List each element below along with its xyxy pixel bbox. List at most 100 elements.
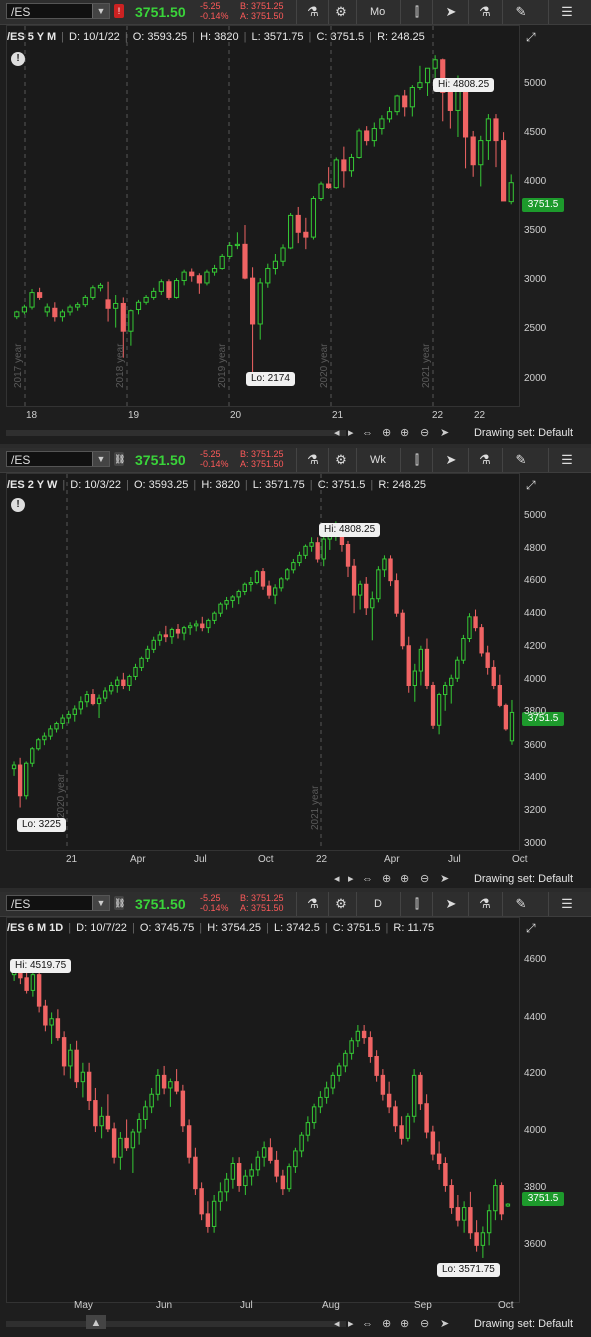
y-tick-label: 5000	[524, 78, 547, 89]
studies-flask-icon[interactable]: ⚗	[474, 894, 496, 914]
ask-value: A: 3751.50	[240, 459, 284, 469]
alert-icon[interactable]: !	[11, 498, 25, 512]
horizontal-scrollbar[interactable]	[6, 430, 346, 436]
candle	[370, 591, 375, 641]
drawing-tools-icon[interactable]: ✎	[510, 450, 532, 470]
candle	[500, 132, 507, 202]
x-tick-label: Aug	[322, 1300, 340, 1311]
cursor-icon[interactable]: ➤	[440, 2, 462, 22]
scroll-left-icon[interactable]: ◂	[334, 871, 340, 887]
candle	[68, 1043, 73, 1079]
cursor-icon[interactable]: ➤	[440, 450, 462, 470]
pointer-icon[interactable]: ➤	[440, 425, 449, 441]
chevron-down-icon[interactable]: ▼	[92, 452, 109, 466]
aggregation-selector[interactable]: D	[374, 896, 382, 912]
zoom-out-icon[interactable]: ⊖	[420, 871, 429, 887]
candle	[59, 309, 66, 322]
aggregation-selector[interactable]: Wk	[370, 452, 386, 468]
drawing-set-label[interactable]: Drawing set: Default	[474, 425, 573, 441]
chevron-down-icon[interactable]: ▼	[92, 896, 109, 910]
candle-body-down	[485, 652, 490, 668]
studies-flask-icon[interactable]: ⚗	[474, 2, 496, 22]
scroll-right-icon[interactable]: ▸	[348, 1316, 354, 1332]
expand-chart-icon[interactable]: ⤢	[526, 478, 542, 492]
link-icon[interactable]: ⛓	[114, 452, 125, 466]
chart-bottom-bar: ◂ ▸ ⇔ ⊕ ⊕ ⊖ ➤ Drawing set: Default	[0, 870, 591, 888]
y-tick-label: 4600	[524, 575, 547, 586]
candle	[234, 232, 240, 250]
alert-icon[interactable]: !	[11, 52, 25, 66]
scroll-left-icon[interactable]: ◂	[334, 425, 340, 441]
drawing-tools-icon[interactable]: ✎	[510, 894, 532, 914]
pointer-icon[interactable]: ➤	[440, 1316, 449, 1332]
scroll-right-icon[interactable]: ▸	[348, 425, 354, 441]
price-chart[interactable]	[6, 473, 520, 851]
candle-body-up	[169, 628, 175, 638]
scroll-left-icon[interactable]: ◂	[334, 1316, 340, 1332]
crosshair-icon[interactable]: ⊕	[382, 425, 391, 441]
toolbar-divider	[356, 892, 357, 916]
candle-style-icon[interactable]: ⫿	[406, 450, 428, 470]
studies-flask-icon[interactable]: ⚗	[474, 450, 496, 470]
chevron-down-icon[interactable]: ▼	[92, 4, 109, 18]
drawing-set-label[interactable]: Drawing set: Default	[474, 871, 573, 887]
candle-body-up	[151, 639, 156, 650]
zoom-out-icon[interactable]: ⊖	[420, 1316, 429, 1332]
flask-icon[interactable]: ⚗	[302, 894, 324, 914]
price-chart[interactable]	[6, 917, 520, 1303]
candle	[503, 703, 509, 731]
candle	[364, 126, 370, 146]
candle-body-up	[371, 128, 377, 142]
candle	[436, 1141, 442, 1170]
candle	[406, 636, 411, 693]
zoom-in-icon[interactable]: ⊕	[400, 1316, 409, 1332]
link-icon[interactable]: ⛓	[114, 896, 125, 910]
gear-icon[interactable]: ⚙	[330, 450, 352, 470]
zoom-in-icon[interactable]: ⊕	[400, 871, 409, 887]
menu-icon[interactable]: ☰	[556, 450, 578, 470]
candle-body-down	[393, 1106, 398, 1127]
toolbar-divider	[502, 0, 503, 24]
candle-body-down	[36, 974, 42, 1007]
drawing-set-label[interactable]: Drawing set: Default	[474, 1316, 573, 1332]
symbol-selector[interactable]: /ES ▼	[6, 895, 110, 911]
scroll-up-icon[interactable]: ▲	[86, 1315, 106, 1329]
candle	[424, 1094, 429, 1139]
symbol-selector[interactable]: /ES ▼	[6, 451, 110, 467]
candle-body-up	[310, 198, 317, 238]
pointer-icon[interactable]: ➤	[440, 871, 449, 887]
change-value: -5.25	[200, 893, 221, 903]
drawing-tools-icon[interactable]: ✎	[510, 2, 532, 22]
expand-chart-icon[interactable]: ⤢	[526, 921, 542, 935]
zoom-out-icon[interactable]: ⊖	[420, 425, 429, 441]
menu-icon[interactable]: ☰	[556, 2, 578, 22]
candle	[72, 705, 77, 722]
candle-body-up	[115, 679, 120, 686]
candle-style-icon[interactable]: ⫿	[406, 2, 428, 22]
zoom-in-icon[interactable]: ⊕	[400, 425, 409, 441]
expand-chart-icon[interactable]: ⤢	[526, 30, 542, 44]
symbol-text: /ES	[11, 5, 31, 19]
menu-icon[interactable]: ☰	[556, 894, 578, 914]
crosshair-icon[interactable]: ⊕	[382, 871, 391, 887]
pan-icon[interactable]: ⇔	[362, 1316, 373, 1332]
candle-body-up	[257, 282, 263, 325]
flask-icon[interactable]: ⚗	[302, 2, 324, 22]
flask-icon[interactable]: ⚗	[302, 450, 324, 470]
scroll-right-icon[interactable]: ▸	[348, 871, 354, 887]
symbol-selector[interactable]: /ES ▼	[6, 3, 110, 19]
candle-body-down	[90, 694, 96, 705]
y-tick-label: 3200	[524, 805, 547, 816]
pan-icon[interactable]: ⇔	[362, 425, 373, 441]
horizontal-scrollbar[interactable]	[6, 1321, 346, 1327]
alert-flag-icon[interactable]: !	[114, 4, 124, 18]
gear-icon[interactable]: ⚙	[330, 2, 352, 22]
cursor-icon[interactable]: ➤	[440, 894, 462, 914]
candle-body-down	[462, 87, 469, 138]
x-tick-label: 22	[316, 854, 328, 865]
gear-icon[interactable]: ⚙	[330, 894, 352, 914]
candle-style-icon[interactable]: ⫿	[406, 894, 428, 914]
pan-icon[interactable]: ⇔	[362, 871, 373, 887]
crosshair-icon[interactable]: ⊕	[382, 1316, 391, 1332]
aggregation-selector[interactable]: Mo	[370, 4, 385, 20]
